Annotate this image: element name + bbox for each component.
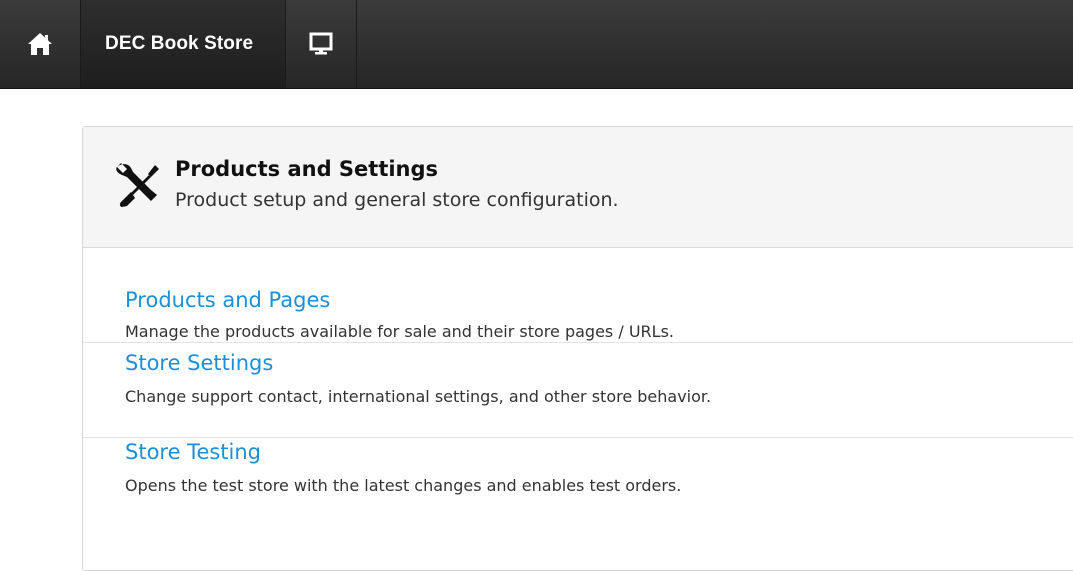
panel-subtitle: Product setup and general store configur… xyxy=(175,189,619,211)
item-description: Manage the products available for sale a… xyxy=(125,322,674,341)
panel-header: Products and Settings Product setup and … xyxy=(83,127,1073,248)
preview-screen-button[interactable] xyxy=(286,0,358,88)
products-and-pages-link[interactable]: Products and Pages xyxy=(125,288,330,312)
list-item: Store Testing Opens the test store with … xyxy=(83,438,1073,532)
store-settings-link[interactable]: Store Settings xyxy=(125,351,273,375)
store-testing-link[interactable]: Store Testing xyxy=(125,440,261,464)
home-icon xyxy=(28,33,52,55)
top-nav-bar: DEC Book Store xyxy=(0,0,1073,89)
item-description: Change support contact, international se… xyxy=(125,387,712,406)
products-settings-panel: Products and Settings Product setup and … xyxy=(82,126,1073,571)
monitor-icon xyxy=(309,32,333,55)
store-name-button[interactable]: DEC Book Store xyxy=(81,0,287,88)
home-button[interactable] xyxy=(0,0,81,88)
list-item: Store Settings Change support contact, i… xyxy=(83,343,1073,438)
item-description: Opens the test store with the latest cha… xyxy=(125,476,682,495)
panel-title: Products and Settings xyxy=(175,157,439,181)
tools-icon xyxy=(116,163,159,207)
list-item: Products and Pages Manage the products a… xyxy=(83,248,1073,343)
store-name-label: DEC Book Store xyxy=(105,33,254,54)
